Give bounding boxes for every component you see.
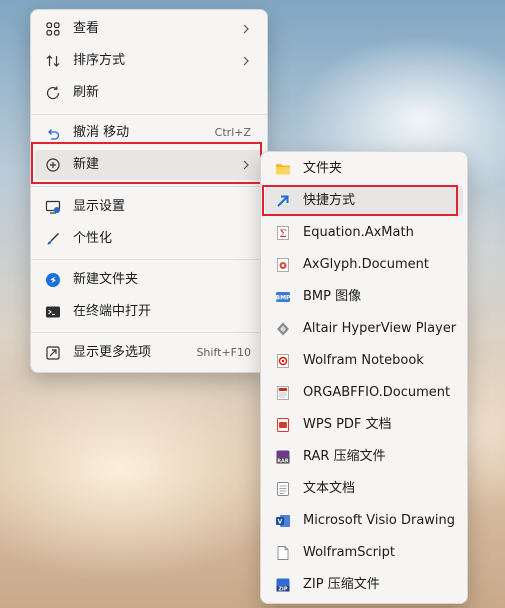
orgabffio-icon <box>275 385 291 401</box>
submenu-item-wps-pdf[interactable]: WPS PDF 文档 <box>265 410 463 440</box>
submenu-item-orgabffio-document[interactable]: ORGABFFIO.Document <box>265 378 463 408</box>
submenu-item-visio-drawing[interactable]: V Microsoft Visio Drawing <box>265 506 463 536</box>
menu-item-personalize[interactable]: 个性化 <box>35 224 263 254</box>
submenu-item-folder[interactable]: 文件夹 <box>265 154 463 184</box>
chevron-right-icon <box>243 56 249 66</box>
svg-text:ZIP: ZIP <box>278 587 287 593</box>
submenu-item-text-document[interactable]: 文本文档 <box>265 474 463 504</box>
submenu-item-altair-hyperview[interactable]: Altair HyperView Player <box>265 314 463 344</box>
hyperview-icon <box>275 321 291 337</box>
submenu-item-label: AxGlyph.Document <box>303 257 429 272</box>
submenu-item-equation-axmath[interactable]: Σ Equation.AxMath <box>265 218 463 248</box>
submenu-item-label: ORGABFFIO.Document <box>303 385 451 400</box>
zip-icon: ZIP <box>275 577 291 593</box>
submenu-item-rar-archive[interactable]: RAR RAR 压缩文件 <box>265 442 463 472</box>
menu-item-sort-by[interactable]: 排序方式 <box>35 46 263 76</box>
menu-separator <box>31 186 267 187</box>
submenu-item-wolframscript[interactable]: WolframScript <box>265 538 463 568</box>
menu-item-refresh[interactable]: 刷新 <box>35 78 263 108</box>
submenu-item-label: Equation.AxMath <box>303 225 414 240</box>
submenu-item-axglyph-document[interactable]: AxGlyph.Document <box>265 250 463 280</box>
svg-text:V: V <box>278 519 283 526</box>
visio-icon: V <box>275 513 291 529</box>
submenu-item-label: 文本文档 <box>303 481 356 496</box>
axmath-icon: Σ <box>275 225 291 241</box>
svg-text:Σ: Σ <box>279 229 286 240</box>
sort-icon <box>45 53 61 69</box>
rar-icon: RAR <box>275 449 291 465</box>
menu-item-open-in-terminal[interactable]: 在终端中打开 <box>35 297 263 327</box>
menu-item-label: 排序方式 <box>73 53 126 68</box>
wolframscript-icon <box>275 545 291 561</box>
menu-item-label: 查看 <box>73 21 100 36</box>
new-submenu: 文件夹 快捷方式 Σ Equation.AxMath AxGlyph.Docum… <box>260 151 468 604</box>
highlight-box-shortcut <box>262 185 458 216</box>
shortcut-label: Shift+F10 <box>196 346 251 359</box>
terminal-icon <box>45 304 61 320</box>
wps-pdf-icon <box>275 417 291 433</box>
menu-item-label: 显示设置 <box>73 199 126 214</box>
submenu-item-label: ZIP 压缩文件 <box>303 577 380 592</box>
svg-text:RAR: RAR <box>277 459 289 465</box>
menu-separator <box>31 332 267 333</box>
display-settings-icon <box>45 199 61 215</box>
submenu-item-label: Wolfram Notebook <box>303 353 424 368</box>
highlight-box-new <box>31 142 262 184</box>
menu-item-view[interactable]: 查看 <box>35 14 263 44</box>
refresh-icon <box>45 85 61 101</box>
submenu-item-label: WolframScript <box>303 545 395 560</box>
submenu-item-zip-archive[interactable]: ZIP ZIP 压缩文件 <box>265 570 463 600</box>
new-folder-icon <box>45 272 61 288</box>
menu-item-label: 刷新 <box>73 85 100 100</box>
shortcut-label: Ctrl+Z <box>214 126 251 139</box>
bmp-icon: BMP <box>275 289 291 305</box>
wolfram-notebook-icon <box>275 353 291 369</box>
menu-item-label: 在终端中打开 <box>73 304 152 319</box>
submenu-item-label: 文件夹 <box>303 161 343 176</box>
undo-icon <box>45 125 61 141</box>
menu-item-show-more-options[interactable]: 显示更多选项 Shift+F10 <box>35 338 263 368</box>
desktop-context-menu: 查看 排序方式 刷新 撤消 移动 Ctrl+Z 新建 显示设置 个性化 新建文件… <box>30 9 268 373</box>
submenu-item-label: Altair HyperView Player <box>303 321 457 336</box>
submenu-item-wolfram-notebook[interactable]: Wolfram Notebook <box>265 346 463 376</box>
menu-item-label: 个性化 <box>73 231 113 246</box>
menu-item-display-settings[interactable]: 显示设置 <box>35 192 263 222</box>
menu-item-label: 显示更多选项 <box>73 345 152 360</box>
svg-text:BMP: BMP <box>276 295 291 302</box>
submenu-item-label: RAR 压缩文件 <box>303 449 386 464</box>
menu-item-new-folder[interactable]: 新建文件夹 <box>35 265 263 295</box>
submenu-item-label: Microsoft Visio Drawing <box>303 513 456 528</box>
menu-separator <box>31 114 267 115</box>
chevron-right-icon <box>243 24 249 34</box>
more-options-icon <box>45 345 61 361</box>
submenu-item-label: WPS PDF 文档 <box>303 417 392 432</box>
brush-icon <box>45 231 61 247</box>
submenu-item-label: BMP 图像 <box>303 289 362 304</box>
submenu-item-bmp-image[interactable]: BMP BMP 图像 <box>265 282 463 312</box>
axglyph-icon <box>275 257 291 273</box>
menu-item-label: 新建文件夹 <box>73 272 139 287</box>
grid-icon <box>45 21 61 37</box>
menu-separator <box>31 259 267 260</box>
folder-icon <box>275 161 291 177</box>
menu-item-label: 撤消 移动 <box>73 125 130 140</box>
text-document-icon <box>275 481 291 497</box>
